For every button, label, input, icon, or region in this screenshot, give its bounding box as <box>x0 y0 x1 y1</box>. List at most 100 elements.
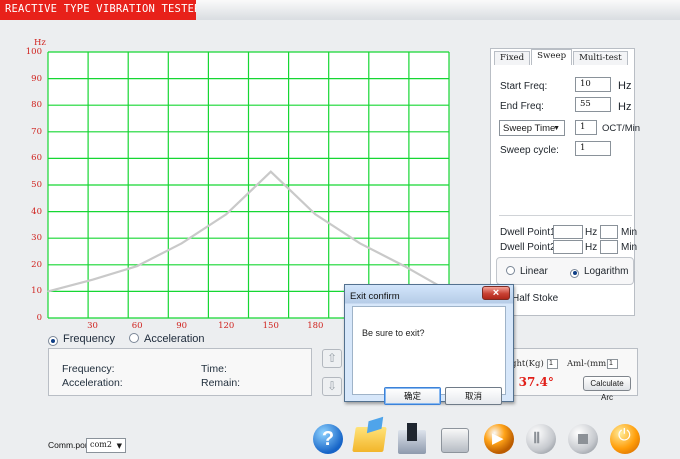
stop-icon[interactable] <box>568 424 598 454</box>
y-axis-tick-label: 30 <box>31 233 42 244</box>
x-axis-tick-label: 180 <box>307 321 324 331</box>
linear-radio[interactable] <box>506 266 515 275</box>
y-axis-tick-label: 90 <box>31 73 42 84</box>
start-frequency-unit: Hz <box>618 80 632 92</box>
sweep-data-point <box>136 265 138 267</box>
start-frequency-input[interactable]: 10 <box>575 77 611 92</box>
weight-label: ght(Kg) <box>511 359 544 369</box>
confirm-button[interactable]: 确定 <box>384 387 441 405</box>
up-arrow-button[interactable]: ⇧ <box>322 349 342 368</box>
sweep-time-select[interactable]: Sweep Time ▼ <box>499 120 565 136</box>
status-info-box: Frequency: Acceleration: Time: Remain: <box>48 348 312 396</box>
acceleration-mode-label: Acceleration <box>143 333 205 345</box>
x-axis-tick-label: 30 <box>87 321 98 331</box>
sweep-data-point <box>314 213 316 215</box>
save-icon[interactable] <box>398 423 426 454</box>
chart-mode-selector: Frequency Acceleration <box>48 333 205 346</box>
dialog-body: Be sure to exit? 确定 取消 <box>352 306 506 405</box>
linear-option[interactable]: Linear <box>506 266 548 277</box>
end-frequency-label: End Freq: <box>500 101 544 112</box>
x-axis-tick-label: 150 <box>262 321 279 331</box>
logarithm-radio[interactable] <box>570 268 579 278</box>
y-axis-tick-label: 60 <box>31 153 42 164</box>
frequency-radio[interactable] <box>48 336 58 346</box>
dialog-title: Exit confirm <box>350 291 400 302</box>
down-arrow-button[interactable]: ⇩ <box>322 377 342 396</box>
sweep-time-selected-value: Sweep Time <box>503 123 556 134</box>
dwell-point-1-minutes-input[interactable] <box>600 225 618 239</box>
y-axis-tick-label: 70 <box>31 126 42 137</box>
logarithm-option[interactable]: Logarithm <box>570 266 628 278</box>
chevron-down-icon: ▼ <box>116 442 122 450</box>
y-axis-tick-label: 100 <box>25 47 42 57</box>
dwell-point-1-frequency-unit: Hz <box>585 227 598 238</box>
sweep-scale-selector: Linear Logarithm <box>496 257 634 285</box>
frequency-status-label: Frequency: <box>62 363 115 375</box>
app-title: REACTIVE TYPE VIBRATION TESTER <box>5 3 201 15</box>
time-status-label: Time: <box>201 363 227 375</box>
print-icon[interactable] <box>441 428 469 453</box>
open-folder-icon[interactable] <box>352 427 387 452</box>
cancel-button[interactable]: 取消 <box>445 387 502 405</box>
chevron-down-icon: ▼ <box>553 125 560 132</box>
aml-input[interactable]: 1 <box>607 359 618 369</box>
dwell-point-2-minutes-unit: Min <box>621 242 638 253</box>
y-axis-tick-label: 40 <box>31 206 42 217</box>
aml-label: Aml-(mm) <box>567 359 610 369</box>
tab-sweep[interactable]: Sweep <box>531 49 573 65</box>
tab-fixed[interactable]: Fixed <box>494 51 531 65</box>
settings-separator <box>499 215 632 216</box>
dwell-point-1-label: Dwell Point1: <box>500 227 559 238</box>
x-axis-tick-label: 90 <box>176 321 188 331</box>
acceleration-status-label: Acceleration: <box>62 377 123 389</box>
frequency-mode-option[interactable]: Frequency <box>48 333 115 346</box>
start-icon[interactable] <box>484 424 514 454</box>
sweep-data-point <box>181 242 183 244</box>
settings-tabs: Fixed Sweep Multi-test <box>494 49 628 65</box>
power-icon[interactable] <box>610 424 640 454</box>
acceleration-mode-option[interactable]: Acceleration <box>128 333 205 346</box>
end-frequency-unit: Hz <box>618 101 632 113</box>
down-arrow-icon: ⇩ <box>326 379 338 393</box>
sweep-data-point <box>225 213 227 215</box>
help-icon[interactable]: ? <box>313 424 343 454</box>
dwell-point-1-frequency-input[interactable] <box>553 225 583 239</box>
logarithm-label: Logarithm <box>584 266 629 277</box>
x-axis-tick-label: 120 <box>218 321 235 331</box>
sweep-cycle-label: Sweep cycle: <box>500 145 559 156</box>
tab-multi-test[interactable]: Multi-test <box>573 51 628 65</box>
angle-value: 37.4° <box>518 375 554 389</box>
y-axis-tick-label: 20 <box>31 259 42 270</box>
y-axis-tick-label: 10 <box>31 286 42 297</box>
comm-port-select[interactable]: com2 ▼ <box>86 438 126 453</box>
sweep-data-point <box>92 279 94 281</box>
dwell-point-2-frequency-input[interactable] <box>553 240 583 254</box>
close-button[interactable]: × <box>482 286 510 300</box>
linear-label: Linear <box>520 266 548 277</box>
calculate-arc-button[interactable]: Calculate Arc <box>583 376 631 402</box>
sweep-cycle-input[interactable]: 1 <box>575 141 611 156</box>
sweep-data-point <box>359 242 361 244</box>
x-axis-tick-label: 60 <box>131 321 143 331</box>
acceleration-radio[interactable] <box>128 333 139 343</box>
dwell-point-2-minutes-input[interactable] <box>600 240 618 254</box>
sweep-data-point <box>47 290 49 292</box>
dwell-point-2-label: Dwell Point2: <box>500 242 559 253</box>
pause-icon[interactable] <box>526 424 556 454</box>
dwell-point-2-frequency-unit: Hz <box>585 242 598 253</box>
close-icon: × <box>492 287 500 299</box>
weight-input[interactable]: 1 <box>547 359 558 369</box>
half-stoke-option[interactable]: Half Stoke <box>512 293 558 304</box>
end-frequency-input[interactable]: 55 <box>575 97 611 112</box>
sweep-time-unit: OCT/Min <box>602 123 640 134</box>
remain-status-label: Remain: <box>201 377 241 389</box>
y-axis-tick-label: 50 <box>31 180 42 190</box>
title-bar: REACTIVE TYPE VIBRATION TESTER <box>0 0 680 20</box>
exit-confirm-dialog: Exit confirm × Be sure to exit? 确定 取消 <box>344 284 514 405</box>
comm-port-label: Comm.port <box>48 440 91 450</box>
sweep-time-input[interactable]: 1 <box>575 120 597 135</box>
y-axis-tick-label: 80 <box>31 100 42 111</box>
title-bar-gradient <box>196 0 680 20</box>
up-arrow-icon: ⇧ <box>326 351 338 365</box>
dwell-point-1-minutes-unit: Min <box>621 227 638 238</box>
